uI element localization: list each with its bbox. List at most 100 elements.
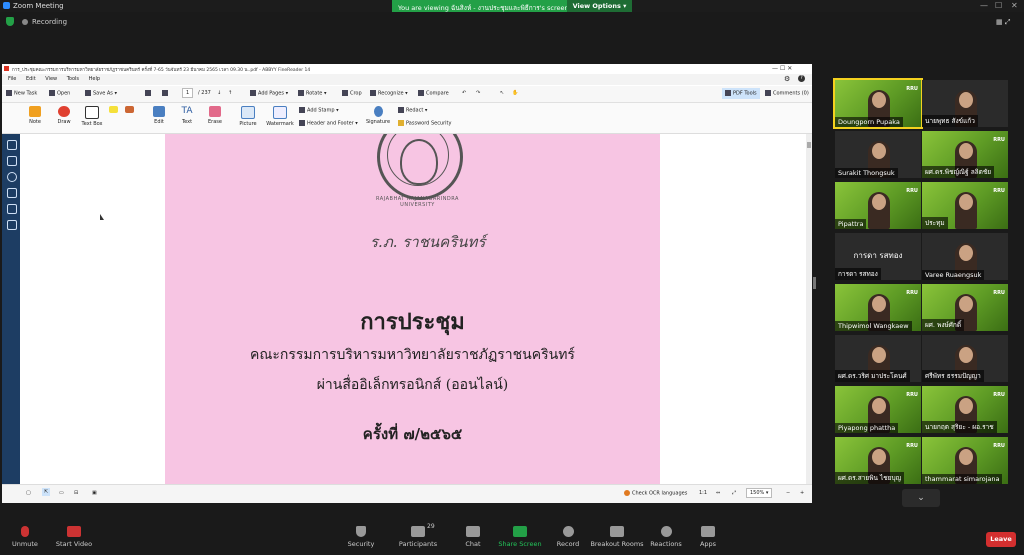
security-button[interactable]: Security	[331, 526, 391, 548]
scroll-view-icon[interactable]: ▭	[59, 490, 64, 496]
pdf-tools-button[interactable]: PDF Tools	[722, 88, 760, 99]
pages-panel-icon[interactable]	[7, 140, 17, 150]
prev-page-icon[interactable]: ↑	[228, 90, 232, 96]
participant-tile[interactable]: ศรีพัทร ธรรมปัญญา	[922, 335, 1008, 382]
menu-edit[interactable]: Edit	[26, 76, 36, 82]
participant-tile[interactable]: RRU Doungporn Pupaka	[833, 78, 923, 129]
maximize-icon[interactable]: ☐	[995, 1, 1002, 10]
hand-tool-icon[interactable]: ✋	[512, 90, 518, 96]
menu-file[interactable]: File	[8, 76, 16, 82]
participant-name: ผศ.ดร.สายพิน ไชยบุญ	[835, 472, 905, 484]
undo-icon[interactable]: ↶	[462, 90, 466, 96]
participant-name: นายพุทธ สังข์แก้ว	[922, 115, 978, 127]
strikeout-tool[interactable]	[122, 106, 136, 115]
participant-tile[interactable]: ผศ.ดร.วริศ มาประโคนศ์	[835, 335, 921, 382]
document-area[interactable]: RAJABHAT RAJANAGARINDRA UNIVERSITY ร.ภ. …	[20, 134, 806, 484]
start-video-button[interactable]: Start Video	[44, 526, 104, 548]
recognize-button[interactable]: Recognize ▾	[370, 90, 408, 97]
participant-tile[interactable]: RRU ผศ. พงษ์ศักดิ์	[922, 284, 1008, 331]
note-tool[interactable]: Note	[23, 106, 47, 125]
menu-help[interactable]: Help	[89, 76, 100, 82]
next-page-icon[interactable]: ↓	[217, 90, 221, 96]
search-icon[interactable]	[7, 172, 17, 182]
menu-view[interactable]: View	[45, 76, 57, 82]
participant-tile[interactable]: RRU ประทุม	[922, 182, 1008, 229]
password-security-button[interactable]: Password Security	[398, 120, 451, 127]
new-task-button[interactable]: New Task	[6, 90, 37, 97]
zoom-in-icon[interactable]: +	[800, 490, 804, 496]
redact-icon	[398, 107, 404, 113]
zoom-out-icon[interactable]: −	[786, 490, 790, 496]
view-layout-icon[interactable]: ▦ ⤢	[996, 18, 1010, 27]
participant-tile[interactable]: RRU Piyapong phattha	[835, 386, 921, 433]
participant-tile[interactable]: RRU นายกฤต สุริยะ - ผอ.ราช	[922, 386, 1008, 433]
menu-tools[interactable]: Tools	[67, 76, 79, 82]
watermark-tool[interactable]: Watermark	[264, 106, 296, 127]
participant-tile[interactable]: Surakit Thongsuk	[835, 131, 921, 178]
crop-label: Crop	[350, 90, 362, 97]
fit-page-icon[interactable]: ⤢	[732, 490, 736, 496]
text-tool[interactable]: TA Text	[175, 106, 199, 125]
two-page-view-icon[interactable]: ⇱	[42, 488, 51, 496]
print-button[interactable]	[145, 90, 153, 97]
document-line-3: ครั้งที่ ๗/๒๕๖๕	[362, 425, 463, 443]
signatures-icon[interactable]	[7, 220, 17, 230]
select-tool-icon[interactable]: ↖	[500, 90, 504, 96]
rotate-button[interactable]: Rotate ▾	[298, 90, 326, 97]
layers-icon[interactable]	[7, 188, 17, 198]
add-pages-button[interactable]: Add Pages ▾	[250, 90, 288, 97]
chat-label: Chat	[465, 540, 481, 548]
erase-tool[interactable]: Erase	[203, 106, 227, 125]
page-number-input[interactable]: 1	[182, 88, 194, 98]
redo-icon[interactable]: ↷	[476, 90, 480, 96]
draw-tool[interactable]: Draw	[52, 106, 76, 125]
abbyy-window-controls[interactable]: — ☐ ✕	[772, 65, 792, 72]
single-page-view-icon[interactable]: ▢	[26, 490, 31, 496]
pdf-page[interactable]: RAJABHAT RAJANAGARINDRA UNIVERSITY ร.ภ. …	[165, 134, 660, 484]
view-options-button[interactable]: View Options ▾	[567, 0, 632, 12]
zoom-select[interactable]: 150% ▾	[746, 488, 773, 498]
participant-name: Piyapong phattha	[835, 423, 899, 433]
participant-tile[interactable]: RRU ผศ.ดร.สายพิน ไชยบุญ	[835, 437, 921, 484]
participant-tile[interactable]: RRU thammarat simarojana	[922, 437, 1008, 484]
participant-tile[interactable]: นายพุทธ สังข์แก้ว	[922, 80, 1008, 127]
close-icon[interactable]: ✕	[1011, 1, 1018, 10]
add-stamp-button[interactable]: Add Stamp ▾	[299, 107, 339, 114]
highlight-tool[interactable]	[106, 106, 120, 115]
leave-button[interactable]: Leave	[986, 532, 1016, 547]
document-scrollbar[interactable]	[806, 134, 812, 484]
save-as-button[interactable]: Save As ▾	[85, 90, 117, 97]
panel-splitter[interactable]	[813, 277, 816, 289]
fullscreen-icon[interactable]: ▣	[92, 490, 97, 496]
attachments-icon[interactable]	[7, 204, 17, 214]
fit-width-icon[interactable]: ⇔	[716, 490, 720, 496]
fit-view-icon[interactable]: ⊟	[74, 490, 78, 496]
minimize-icon[interactable]: —	[980, 1, 988, 10]
redact-button[interactable]: Redact ▾	[398, 107, 427, 114]
scrollbar-thumb[interactable]	[807, 142, 811, 148]
participant-tile[interactable]: การดา รสทอง การดา รสทอง	[835, 233, 921, 280]
participant-tile[interactable]: Varee Ruaengsuk	[922, 233, 1008, 280]
open-button[interactable]: Open	[49, 90, 70, 97]
more-participants-button[interactable]: ⌄	[902, 489, 940, 507]
help-icon[interactable]: ?	[798, 75, 805, 82]
edit-tool[interactable]: Edit	[147, 106, 171, 125]
text-box-tool[interactable]: Text Box	[80, 106, 104, 127]
signature-tool[interactable]: Signature	[364, 106, 392, 125]
apps-button[interactable]: Apps	[678, 526, 738, 548]
participant-name: การดา รสทอง	[835, 268, 881, 280]
check-ocr-button[interactable]: Check OCR languages	[624, 490, 687, 497]
header-footer-button[interactable]: Header and Footer ▾	[299, 120, 358, 127]
participants-button[interactable]: 29 Participants	[388, 523, 448, 548]
participant-tile[interactable]: RRU Thipwimol Wangkaew	[835, 284, 921, 331]
crop-button[interactable]: Crop	[342, 90, 362, 97]
settings-gear-icon[interactable]: ⚙	[784, 75, 790, 83]
email-button[interactable]	[162, 90, 170, 97]
compare-button[interactable]: Compare	[418, 90, 449, 97]
comments-button[interactable]: Comments (0)	[765, 90, 809, 97]
participant-tile[interactable]: RRU Pipattra	[835, 182, 921, 229]
bookmarks-icon[interactable]	[7, 156, 17, 166]
actual-size-button[interactable]: 1:1	[699, 490, 707, 496]
participant-tile[interactable]: RRU ผศ.ดร.พิชญ์ณิฐ์ ลลิตชัย	[922, 131, 1008, 178]
picture-tool[interactable]: Picture	[236, 106, 260, 127]
